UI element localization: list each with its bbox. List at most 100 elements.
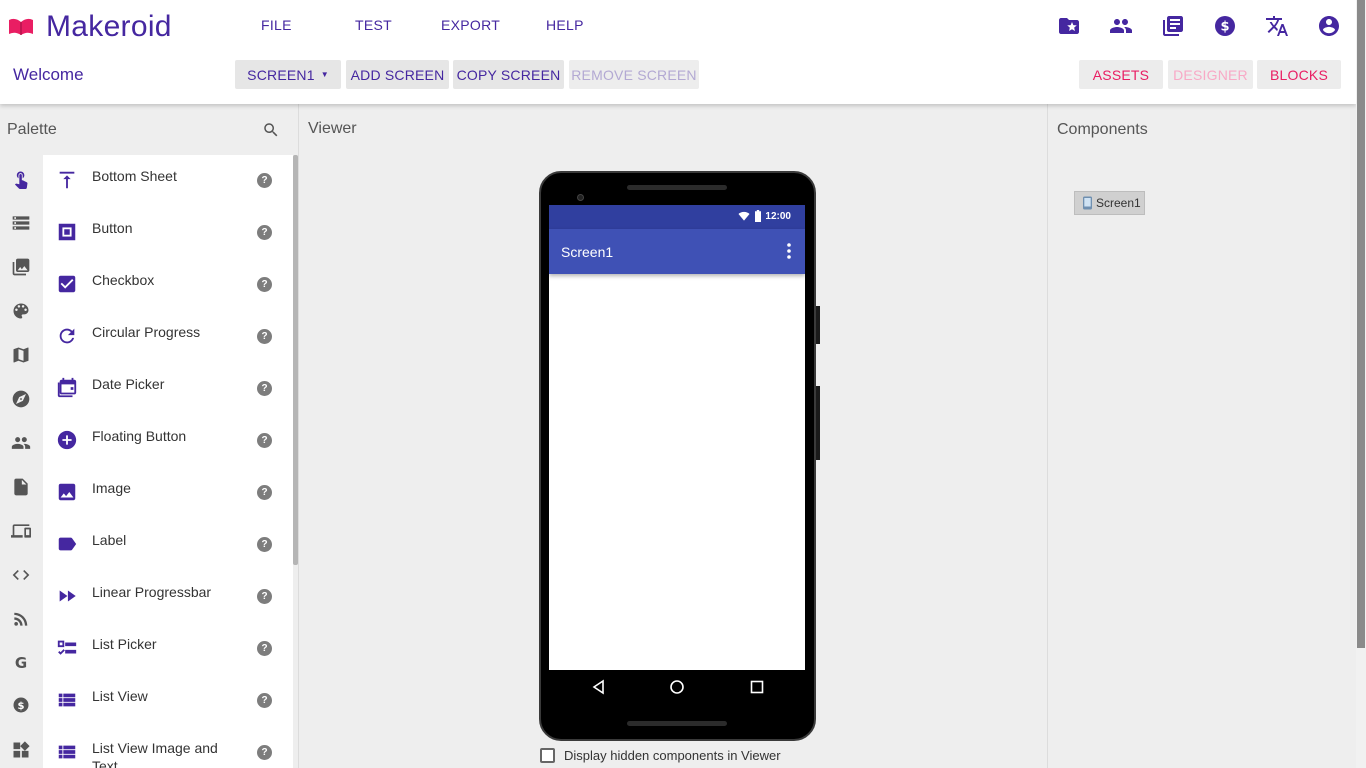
people-icon[interactable] [1109, 14, 1133, 38]
help-icon[interactable]: ? [257, 641, 272, 656]
document-icon[interactable] [11, 477, 31, 497]
menu-help[interactable]: HELP [546, 17, 584, 33]
add-screen-button[interactable]: ADD SCREEN [346, 60, 449, 89]
page-scrollbar[interactable] [1356, 0, 1366, 768]
back-icon[interactable] [591, 679, 607, 695]
palette-item-bottom-sheet[interactable]: Bottom Sheet ? [43, 155, 293, 207]
component-tree-item-screen1[interactable]: Screen1 [1074, 191, 1145, 215]
widgets-icon[interactable] [11, 740, 31, 760]
svg-text:$: $ [18, 701, 25, 712]
search-icon[interactable] [262, 121, 280, 139]
image-icon [58, 483, 76, 501]
status-time: 12:00 [765, 211, 791, 222]
devices-icon[interactable] [11, 521, 31, 541]
phone-icon [1083, 196, 1092, 210]
blocks-button[interactable]: BLOCKS [1257, 60, 1341, 89]
recents-icon[interactable] [749, 679, 765, 695]
remove-screen-button[interactable]: REMOVE SCREEN [569, 60, 699, 89]
list-icon [58, 693, 76, 707]
top-bar: Makeroid FILE TEST EXPORT HELP Welcome $… [0, 0, 1356, 104]
explore-icon[interactable] [11, 389, 31, 409]
people-icon[interactable] [11, 433, 31, 453]
help-icon[interactable]: ? [257, 485, 272, 500]
palette-item-label: Button [92, 220, 133, 236]
media-icon[interactable] [11, 257, 31, 277]
palette-item-image[interactable]: Image ? [43, 467, 293, 519]
library-books-icon[interactable] [1161, 14, 1185, 38]
display-hidden-checkbox[interactable] [540, 748, 555, 763]
storage-icon[interactable] [11, 213, 31, 233]
menu-export[interactable]: EXPORT [441, 17, 500, 33]
palette-item-label: List Picker [92, 636, 157, 652]
checklist-icon [57, 640, 77, 655]
menu-test[interactable]: TEST [355, 17, 392, 33]
palette-item-list-view[interactable]: List View ? [43, 675, 293, 727]
check-box-icon [58, 275, 76, 293]
palette-icon[interactable] [11, 301, 31, 321]
app-bar: Screen1 [549, 229, 805, 274]
copy-screen-button[interactable]: COPY SCREEN [453, 60, 564, 89]
screen-select[interactable]: SCREEN1 ▼ [235, 60, 341, 89]
help-icon[interactable]: ? [257, 589, 272, 604]
display-hidden-label: Display hidden components in Viewer [564, 748, 781, 763]
palette-item-label: List View [92, 688, 148, 704]
screen-title: Screen1 [561, 244, 614, 260]
fast-forward-icon [59, 590, 76, 602]
palette-item-label: List View Image and Text [92, 740, 218, 768]
account-circle-icon[interactable] [1317, 14, 1341, 38]
palette-item-checkbox[interactable]: Checkbox ? [43, 259, 293, 311]
map-icon[interactable] [11, 345, 31, 365]
phone-camera [577, 194, 584, 201]
rss-icon[interactable] [11, 609, 31, 629]
components-title: Components [1057, 121, 1148, 138]
dollar-icon[interactable]: $ [1213, 14, 1237, 38]
rotate-icon [59, 328, 75, 344]
translate-icon[interactable] [1265, 14, 1289, 38]
help-icon[interactable]: ? [257, 381, 272, 396]
wifi-icon [738, 211, 750, 221]
palette-list: Bottom Sheet ? Button ? Checkbox ? Circu… [43, 155, 293, 768]
palette-item-button[interactable]: Button ? [43, 207, 293, 259]
android-nav-bar [549, 670, 805, 704]
more-vert-icon[interactable] [787, 243, 791, 259]
code-icon[interactable] [11, 565, 31, 585]
palette-item-label[interactable]: Label ? [43, 519, 293, 571]
palette-item-label: Bottom Sheet [92, 168, 177, 184]
palette-item-date-picker[interactable]: Date Picker ? [43, 363, 293, 415]
label-icon [58, 537, 77, 551]
palette-item-circular-progress[interactable]: Circular Progress ? [43, 311, 293, 363]
help-icon[interactable]: ? [257, 225, 272, 240]
dollar-icon[interactable]: $ [11, 695, 31, 715]
help-icon[interactable]: ? [257, 173, 272, 188]
palette-item-list-view-image-and-text[interactable]: List View Image and Text ? [43, 727, 293, 768]
palette-item-label-text: Label [92, 532, 127, 548]
palette-item-linear-progressbar[interactable]: Linear Progressbar ? [43, 571, 293, 623]
palette-divider [298, 104, 299, 768]
touch-icon[interactable] [11, 169, 31, 189]
assets-button[interactable]: ASSETS [1079, 60, 1163, 89]
app-logo[interactable]: Makeroid [8, 10, 172, 44]
home-icon[interactable] [669, 679, 685, 695]
help-icon[interactable]: ? [257, 537, 272, 552]
palette-item-list-picker[interactable]: List Picker ? [43, 623, 293, 675]
vertical-align-top-icon [59, 171, 75, 189]
palette-item-label: Linear Progressbar [92, 584, 212, 600]
phone-screen[interactable]: 12:00 Screen1 [549, 205, 805, 703]
help-icon[interactable]: ? [257, 277, 272, 292]
palette-item-label: Image [92, 480, 131, 496]
google-icon[interactable]: G [11, 653, 31, 673]
menu-file[interactable]: FILE [261, 17, 292, 33]
help-icon[interactable]: ? [257, 329, 272, 344]
help-icon[interactable]: ? [257, 693, 272, 708]
status-bar: 12:00 [549, 205, 805, 229]
help-icon[interactable]: ? [257, 745, 272, 760]
help-icon[interactable]: ? [257, 433, 272, 448]
designer-button[interactable]: DESIGNER [1168, 60, 1253, 89]
palette-title: Palette [7, 121, 57, 138]
palette-item-floating-button[interactable]: Floating Button ? [43, 415, 293, 467]
calendar-icon [57, 377, 77, 398]
app-name: Makeroid [46, 10, 172, 43]
page-scrollbar-thumb[interactable] [1357, 0, 1365, 648]
palette-item-label: Checkbox [92, 272, 155, 288]
folder-star-icon[interactable] [1057, 14, 1081, 38]
